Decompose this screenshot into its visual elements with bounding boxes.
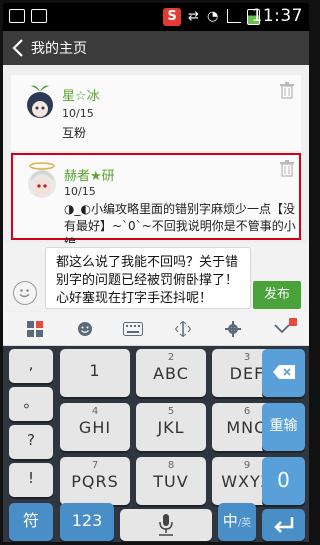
emoji-button[interactable]: [13, 281, 37, 305]
header-bar: 我的主页: [3, 31, 309, 65]
clock: 11:37: [251, 6, 303, 26]
screenshot-icon: [9, 9, 25, 23]
app-s-icon: S: [163, 8, 181, 26]
enter-arrow-icon: [273, 517, 293, 533]
comment-date: 10/15: [64, 185, 96, 198]
avatar[interactable]: [21, 159, 63, 201]
emoticon-icon[interactable]: [77, 321, 93, 337]
keyboard-icon[interactable]: [123, 322, 143, 336]
key-0[interactable]: 0: [262, 457, 305, 505]
comment-date: 10/15: [62, 107, 94, 120]
key-question[interactable]: ?: [9, 425, 53, 459]
composer: 都这么说了我能不回吗？关于错别字的问题已经被罚俯卧撑了！心好塞现在打字手还抖呢！…: [3, 243, 309, 311]
wifi-icon: ◔: [207, 9, 219, 24]
status-bar: S ⇄ ◔ 11:37: [3, 3, 309, 31]
gear-icon[interactable]: [225, 321, 241, 337]
cursor-move-icon[interactable]: [175, 321, 191, 337]
key-jkl[interactable]: 5 JKL: [136, 403, 206, 451]
publish-button[interactable]: 发布: [253, 281, 301, 309]
key-pqrs[interactable]: 7 PQRS: [60, 457, 130, 505]
image-icon: [31, 9, 47, 23]
comment-item[interactable]: 星☆冰 10/15 互粉: [11, 75, 301, 151]
comment-author[interactable]: 星☆冰: [62, 85, 100, 104]
enter-key[interactable]: [262, 509, 305, 541]
key-ghi[interactable]: 4 GHI: [60, 403, 130, 451]
space-key[interactable]: [120, 509, 212, 541]
comment-author[interactable]: 赫者★研: [64, 165, 115, 184]
key-period[interactable]: 。: [9, 387, 53, 421]
keyboard: , 。 ? ! 1 2 ABC 3 DEF 4 GHI 5 JKL 6 MNO 7 PQRS…: [3, 346, 309, 542]
avatar[interactable]: [19, 81, 61, 123]
key-comma[interactable]: ,: [9, 349, 53, 383]
key-tuv[interactable]: 8 TUV: [136, 457, 206, 505]
trash-icon[interactable]: [279, 159, 295, 177]
collapse-keyboard-icon[interactable]: [271, 318, 297, 340]
page-title: 我的主页: [31, 41, 87, 57]
number-key[interactable]: 123: [60, 503, 114, 541]
app-frame: S ⇄ ◔ 11:37 我的主页 星☆冰 10/15 互粉 赫者★研 10/15…: [0, 0, 312, 545]
microphone-icon: [159, 514, 173, 536]
key-abc[interactable]: 2 ABC: [136, 349, 206, 397]
trash-icon[interactable]: [279, 81, 295, 99]
signal-icon: [227, 9, 241, 23]
key-exclamation[interactable]: !: [9, 463, 53, 497]
comment-item-highlighted[interactable]: 赫者★研 10/15 ◑_◐小编攻略里面的错别字麻烦少一点【没有最好】~`0`~…: [11, 153, 301, 250]
sync-icon: ⇄: [188, 9, 199, 24]
keyboard-toolbar: [3, 312, 309, 346]
language-toggle-key[interactable]: 中/英: [218, 503, 256, 541]
comment-text: 互粉: [62, 126, 87, 140]
key-1[interactable]: 1: [60, 349, 130, 397]
clear-key[interactable]: 重输: [262, 403, 305, 451]
app-grid-icon[interactable]: [27, 321, 45, 339]
comment-input-text[interactable]: 都这么说了我能不回吗？关于错别字的问题已经被罚俯卧撑了！心好塞现在打字手还抖呢！: [56, 254, 246, 308]
back-arrow-icon[interactable]: [9, 37, 29, 59]
symbol-key[interactable]: 符: [9, 503, 53, 541]
backspace-key[interactable]: [262, 349, 305, 397]
comment-input[interactable]: 都这么说了我能不回吗？关于错别字的问题已经被罚俯卧撑了！心好塞现在打字手还抖呢！: [45, 247, 251, 309]
